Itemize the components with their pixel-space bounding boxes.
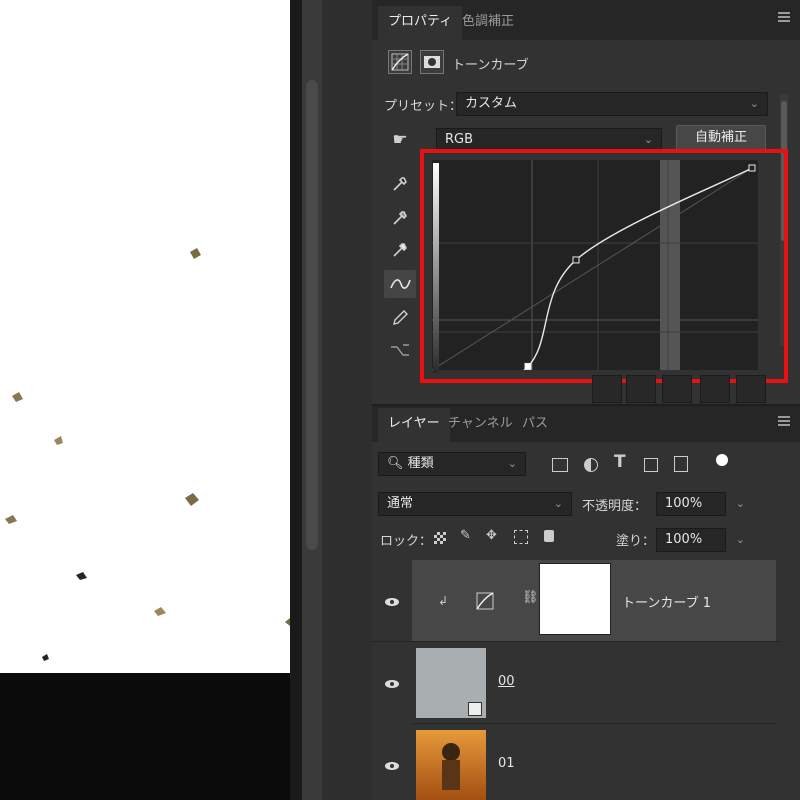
pencil-icon[interactable]	[384, 304, 416, 332]
preset-dropdown[interactable]: カスタム ⌄	[456, 92, 768, 116]
layer-name[interactable]: 00	[498, 674, 515, 689]
canvas-gutter	[290, 0, 302, 800]
canvas-scrollbar-thumb[interactable]	[306, 80, 318, 550]
layer-row[interactable]: ↲ ⛓ トーンカーブ 1	[412, 560, 776, 642]
curves-adjustment-icon	[388, 50, 412, 74]
layer-mask-icon[interactable]	[420, 50, 444, 74]
chevron-down-icon: ⌄	[749, 97, 759, 110]
fill-value: 100%	[665, 532, 703, 547]
eye-icon[interactable]	[384, 678, 400, 688]
layers-tabbar: レイヤー チャンネル パス	[372, 406, 800, 442]
curves-adjustment-icon	[474, 590, 496, 612]
layer-thumbnail	[416, 730, 486, 800]
blend-mode-value: 通常	[387, 496, 414, 511]
link-icon[interactable]: ⛓	[522, 590, 539, 605]
auto-button[interactable]: 自動補正	[676, 125, 766, 151]
adjustment-title: トーンカーブ	[452, 58, 529, 73]
lock-paint-icon[interactable]: ✎	[460, 528, 471, 543]
smart-object-badge-icon	[468, 702, 482, 716]
eyedropper-white-icon[interactable]	[384, 236, 416, 264]
eyedropper-gray-icon[interactable]	[384, 204, 416, 232]
clip-to-layer-icon[interactable]	[592, 375, 622, 403]
fill-label: 塗り：	[616, 534, 656, 549]
hand-target-icon[interactable]: ☛	[384, 126, 416, 154]
blend-mode-dropdown[interactable]: 通常 ⌄	[378, 492, 572, 516]
layer-name[interactable]: 01	[498, 756, 515, 771]
lock-artboard-icon[interactable]	[514, 530, 528, 544]
layer-row[interactable]: 00	[412, 642, 776, 724]
fill-input[interactable]: 100% ⌄	[656, 528, 745, 552]
adjustment-filter-icon[interactable]	[584, 458, 598, 472]
shape-filter-icon[interactable]	[644, 458, 658, 472]
chevron-down-icon: ⌄	[553, 497, 563, 510]
smartobject-filter-icon[interactable]	[674, 456, 688, 472]
opacity-value: 100%	[665, 496, 703, 511]
view-previous-icon[interactable]	[626, 375, 656, 403]
search-icon: 🔍︎	[387, 456, 404, 471]
opacity-label: 不透明度：	[582, 499, 648, 514]
visibility-icon[interactable]	[700, 375, 730, 403]
layer-filter-dropdown[interactable]: 🔍︎ 種類 ⌄	[378, 452, 526, 476]
lock-label: ロック：	[380, 534, 433, 549]
layer-row[interactable]: 01	[412, 724, 776, 800]
preset-label: プリセット：	[384, 99, 463, 114]
tab-properties[interactable]: プロパティ	[378, 6, 463, 40]
lock-move-icon[interactable]: ✥	[486, 528, 497, 543]
preset-value: カスタム	[465, 96, 518, 111]
rock-particles	[5, 248, 290, 661]
layers-panel: レイヤー チャンネル パス 🔍︎ 種類 ⌄ T 通常 ⌄ 不透明度： 100% …	[372, 406, 800, 800]
smooth-curve-icon[interactable]	[384, 336, 416, 364]
panel-divider	[322, 0, 372, 800]
opacity-input[interactable]: 100% ⌄	[656, 492, 745, 516]
delete-icon[interactable]	[736, 375, 766, 403]
layer-name[interactable]: トーンカーブ 1	[622, 592, 711, 611]
highlight-box	[420, 149, 788, 383]
clipping-arrow-icon: ↲	[438, 594, 449, 608]
document-canvas[interactable]	[0, 0, 290, 673]
channel-value: RGB	[445, 132, 474, 147]
layer-filter-value: 種類	[407, 456, 434, 471]
canvas-scrollbar[interactable]	[302, 0, 322, 800]
tab-paths[interactable]: パス	[512, 408, 558, 442]
lock-all-icon[interactable]	[544, 530, 554, 542]
eyedropper-black-icon[interactable]	[384, 170, 416, 198]
reset-icon[interactable]	[662, 375, 692, 403]
chevron-down-icon: ⌄	[735, 497, 745, 510]
canvas-pasteboard	[0, 673, 290, 800]
filter-toggle-icon[interactable]	[716, 454, 728, 466]
chevron-down-icon: ⌄	[507, 457, 517, 470]
eye-icon[interactable]	[384, 596, 400, 606]
panel-menu-icon[interactable]	[778, 12, 790, 24]
chevron-down-icon: ⌄	[735, 533, 745, 546]
pixel-filter-icon[interactable]	[552, 458, 568, 472]
tab-channels[interactable]: チャンネル	[438, 408, 523, 442]
eye-icon[interactable]	[384, 760, 400, 770]
curve-point-icon[interactable]	[384, 270, 416, 298]
lock-transparent-icon[interactable]	[434, 532, 446, 544]
canvas-area[interactable]	[0, 0, 372, 800]
type-filter-icon[interactable]: T	[614, 452, 626, 472]
panel-menu-icon[interactable]	[778, 416, 790, 428]
tab-adjustments[interactable]: 色調補正	[452, 6, 524, 40]
chevron-down-icon: ⌄	[643, 133, 653, 146]
properties-tabbar: プロパティ 色調補正	[372, 0, 800, 40]
mask-thumbnail[interactable]	[539, 563, 611, 635]
